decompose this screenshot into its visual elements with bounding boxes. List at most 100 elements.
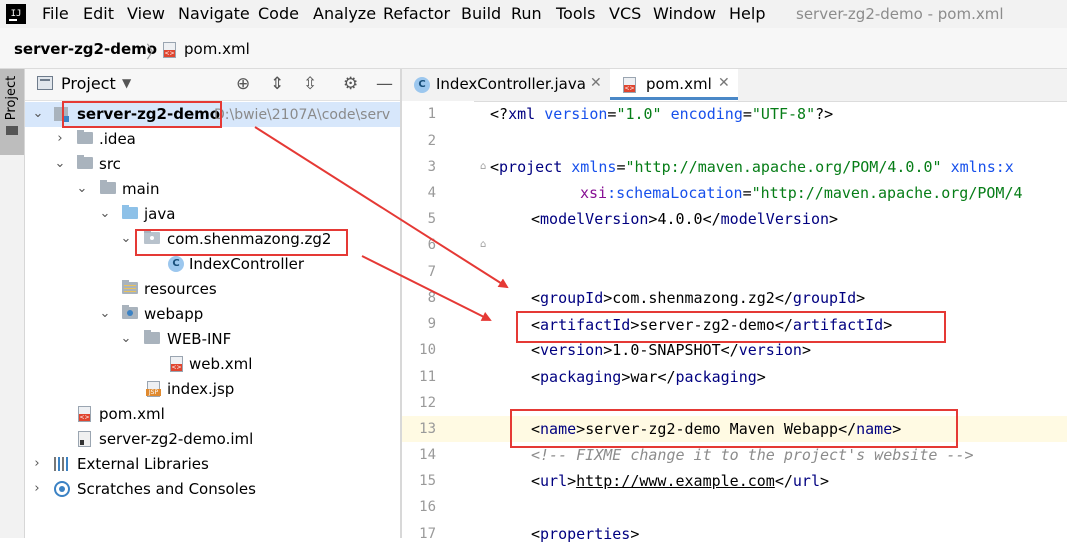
tree-item-label: .idea xyxy=(99,130,136,148)
tree-item-label: web.xml xyxy=(189,355,253,373)
code-line-15[interactable]: <url>http://www.example.com</url> xyxy=(531,471,829,491)
minimize-icon[interactable]: — xyxy=(376,74,393,94)
code-token: modelVersion xyxy=(540,210,649,228)
chevron-right-icon[interactable]: › xyxy=(30,480,44,498)
menu-navigate[interactable]: Navigate xyxy=(178,4,250,24)
menu-tools[interactable]: Tools xyxy=(556,4,595,24)
code-line-5[interactable]: <modelVersion>4.0.0</modelVersion> xyxy=(531,209,838,229)
close-icon[interactable]: ✕ xyxy=(590,75,602,91)
tree-item-label: server-zg2-demo.iml xyxy=(99,430,254,448)
project-tool-tab-label: Project xyxy=(4,75,19,121)
code-token: :schemaLocation xyxy=(607,184,743,202)
line-number: 4 xyxy=(427,185,436,201)
menu-build[interactable]: Build xyxy=(461,4,501,24)
menu-help[interactable]: Help xyxy=(729,4,765,24)
tree-item-main[interactable]: ⌄ main xyxy=(25,177,400,202)
menu-window[interactable]: Window xyxy=(653,4,716,24)
menu-vcs[interactable]: VCS xyxy=(609,4,641,24)
tree-item-java[interactable]: ⌄ java xyxy=(25,202,400,227)
java-class-icon: C xyxy=(168,256,184,272)
chevron-down-icon[interactable]: ▼ xyxy=(122,76,131,90)
tree-item-webapp[interactable]: ⌄ webapp xyxy=(25,302,400,327)
code-token: ?> xyxy=(815,105,834,123)
active-tab-indicator xyxy=(610,97,738,100)
chevron-down-icon[interactable]: ⌄ xyxy=(98,305,112,323)
code-token: xml xyxy=(508,105,536,123)
source-folder-icon xyxy=(122,205,138,219)
tree-item-idea[interactable]: › .idea xyxy=(25,127,400,152)
line-number: 2 xyxy=(427,133,436,149)
tree-item-external-libraries[interactable]: › External Libraries xyxy=(25,452,400,477)
breadcrumb-project[interactable]: server-zg2-demo xyxy=(14,40,157,58)
tab-index-controller[interactable]: C IndexController.java ✕ xyxy=(402,69,610,101)
web-folder-icon xyxy=(122,305,138,319)
code-line-1[interactable]: <?xml version="1.0" encoding="UTF-8"?> xyxy=(490,104,833,124)
folder-icon xyxy=(6,126,18,135)
code-line-8[interactable]: <groupId>com.shenmazong.zg2</groupId> xyxy=(531,288,865,308)
code-token: < xyxy=(490,158,500,176)
menu-run[interactable]: Run xyxy=(511,4,542,24)
annotation-box-project-name xyxy=(62,101,222,128)
code-token: xsi xyxy=(580,184,608,202)
code-token: properties xyxy=(540,525,631,543)
breadcrumb-file[interactable]: pom.xml xyxy=(184,40,250,58)
chevron-right-icon[interactable]: › xyxy=(53,130,67,148)
line-number: 15 xyxy=(419,473,436,489)
collapse-all-icon[interactable]: ⇳ xyxy=(303,74,317,94)
chevron-down-icon[interactable]: ⌄ xyxy=(53,155,67,173)
tree-item-label: resources xyxy=(144,280,217,298)
annotation-box-package xyxy=(135,229,348,256)
locate-target-icon[interactable]: ⊕ xyxy=(236,74,250,94)
line-number: 16 xyxy=(419,499,436,515)
gear-icon[interactable]: ⚙ xyxy=(343,74,358,94)
expand-all-icon[interactable]: ⇕ xyxy=(270,74,284,94)
code-token: version xyxy=(738,341,802,359)
code-token: 4.0.0 xyxy=(657,210,703,228)
code-line-3[interactable]: <project xmlns="http://maven.apache.org/… xyxy=(490,157,1014,177)
tree-item-path: D:\bwie\2107A\code\serv xyxy=(214,107,391,123)
line-number: 3 xyxy=(427,159,436,175)
project-panel-title[interactable]: Project xyxy=(61,74,116,93)
menu-view[interactable]: View xyxy=(127,4,165,24)
folder-icon xyxy=(144,330,160,344)
code-link[interactable]: http://www.example.com xyxy=(576,472,775,490)
tree-item-scratches[interactable]: › Scratches and Consoles xyxy=(25,477,400,502)
fold-marker-icon[interactable]: ⌂ xyxy=(480,235,486,255)
code-token: groupId xyxy=(540,289,604,307)
code-line-11[interactable]: <packaging>war</packaging> xyxy=(531,367,766,387)
chevron-down-icon[interactable]: ⌄ xyxy=(119,330,133,348)
chevron-right-icon[interactable]: › xyxy=(30,455,44,473)
menu-edit[interactable]: Edit xyxy=(83,4,114,24)
fold-marker-icon[interactable]: ⌂ xyxy=(480,157,486,177)
resources-folder-icon xyxy=(122,280,138,294)
tree-item-iml[interactable]: server-zg2-demo.iml xyxy=(25,427,400,452)
code-token: com.shenmazong.zg2 xyxy=(612,289,775,307)
code-line-14[interactable]: <!-- FIXME change it to the project's we… xyxy=(531,445,974,465)
tree-item-resources[interactable]: resources xyxy=(25,277,400,302)
tree-item-label: src xyxy=(99,155,121,173)
menu-code[interactable]: Code xyxy=(258,4,299,24)
java-class-icon: C xyxy=(414,77,430,93)
tree-item-pom-xml[interactable]: pom.xml xyxy=(25,402,400,427)
menu-analyze[interactable]: Analyze xyxy=(313,4,376,24)
annotation-box-artifact-id xyxy=(516,311,946,343)
menu-refactor[interactable]: Refactor xyxy=(383,4,450,24)
jsp-file-icon xyxy=(146,381,161,397)
maven-file-icon xyxy=(78,406,91,422)
chevron-down-icon[interactable]: ⌄ xyxy=(31,105,45,123)
tree-item-index-jsp[interactable]: index.jsp xyxy=(25,377,400,402)
code-line-10[interactable]: <version>1.0-SNAPSHOT</version> xyxy=(531,340,811,360)
chevron-down-icon[interactable]: ⌄ xyxy=(98,205,112,223)
menu-file[interactable]: File xyxy=(42,4,69,24)
code-line-4[interactable]: xsi:schemaLocation="http://maven.apache.… xyxy=(580,183,1023,203)
chevron-down-icon[interactable]: ⌄ xyxy=(75,180,89,198)
tree-item-label: java xyxy=(144,205,176,223)
close-icon[interactable]: ✕ xyxy=(718,75,730,91)
line-number: 13 xyxy=(419,421,436,437)
tree-item-src[interactable]: ⌄ src xyxy=(25,152,400,177)
code-token: "http://maven.apache.org/POM/4 xyxy=(751,184,1023,202)
tree-item-web-inf[interactable]: ⌄ WEB-INF xyxy=(25,327,400,352)
tree-item-web-xml[interactable]: web.xml xyxy=(25,352,400,377)
code-line-17[interactable]: <properties> xyxy=(531,524,639,544)
chevron-down-icon[interactable]: ⌄ xyxy=(119,230,133,248)
